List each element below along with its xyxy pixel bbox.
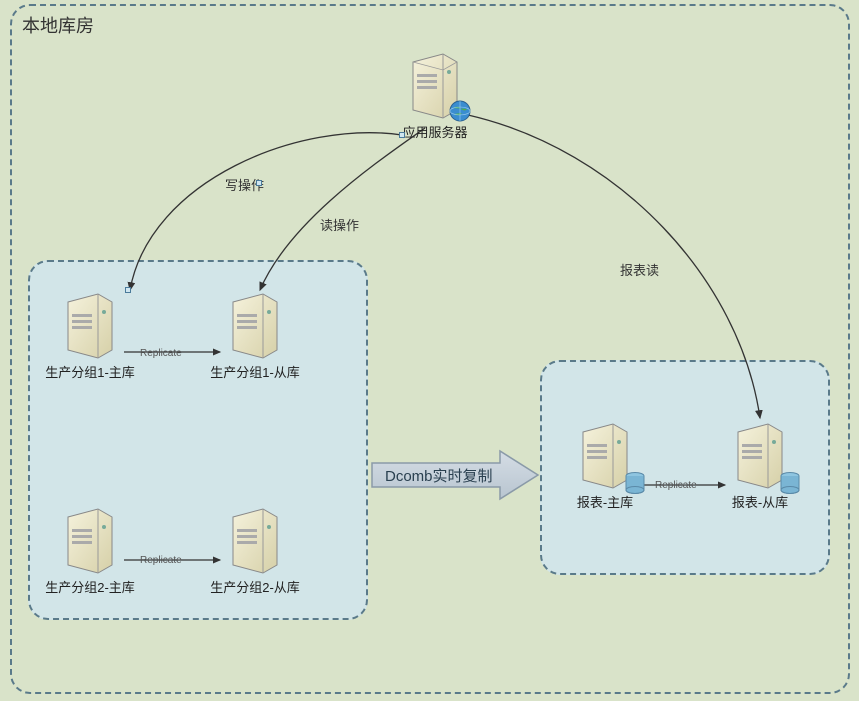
- app-server-label: 应用服务器: [375, 122, 495, 141]
- g1-master-label: 生产分组1-主库: [30, 362, 150, 381]
- server-icon: [60, 505, 120, 575]
- database-icon: [780, 472, 800, 494]
- g1-slave-node: 生产分组1-从库: [225, 290, 285, 360]
- g1-master-node: 生产分组1-主库: [60, 290, 120, 360]
- connection-anchor-icon: [125, 287, 131, 293]
- replicate-label-3: Replicate: [655, 480, 697, 491]
- rpt-slave-node: 报表-从库: [730, 420, 790, 490]
- rpt-master-node: 报表-主库: [575, 420, 635, 490]
- server-icon: [60, 290, 120, 360]
- database-icon: [625, 472, 645, 494]
- rpt-slave-label: 报表-从库: [700, 492, 820, 511]
- server-icon: [225, 290, 285, 360]
- g1-slave-label: 生产分组1-从库: [195, 362, 315, 381]
- container-title: 本地库房: [22, 12, 94, 38]
- g2-slave-node: 生产分组2-从库: [225, 505, 285, 575]
- server-icon: [225, 505, 285, 575]
- g2-master-label: 生产分组2-主库: [30, 577, 150, 596]
- connection-anchor-icon: [256, 180, 262, 186]
- replicate-label-1: Replicate: [140, 348, 182, 359]
- read-edge-label: 读操作: [320, 215, 359, 234]
- connection-anchor-icon: [399, 132, 405, 138]
- globe-icon: [449, 100, 471, 122]
- g2-slave-label: 生产分组2-从库: [195, 577, 315, 596]
- report-read-edge-label: 报表读: [620, 260, 659, 279]
- g2-master-node: 生产分组2-主库: [60, 505, 120, 575]
- replicate-label-2: Replicate: [140, 555, 182, 566]
- rpt-master-label: 报表-主库: [545, 492, 665, 511]
- app-server-node: 应用服务器: [405, 50, 465, 120]
- dcomb-label: Dcomb实时复制: [385, 465, 493, 486]
